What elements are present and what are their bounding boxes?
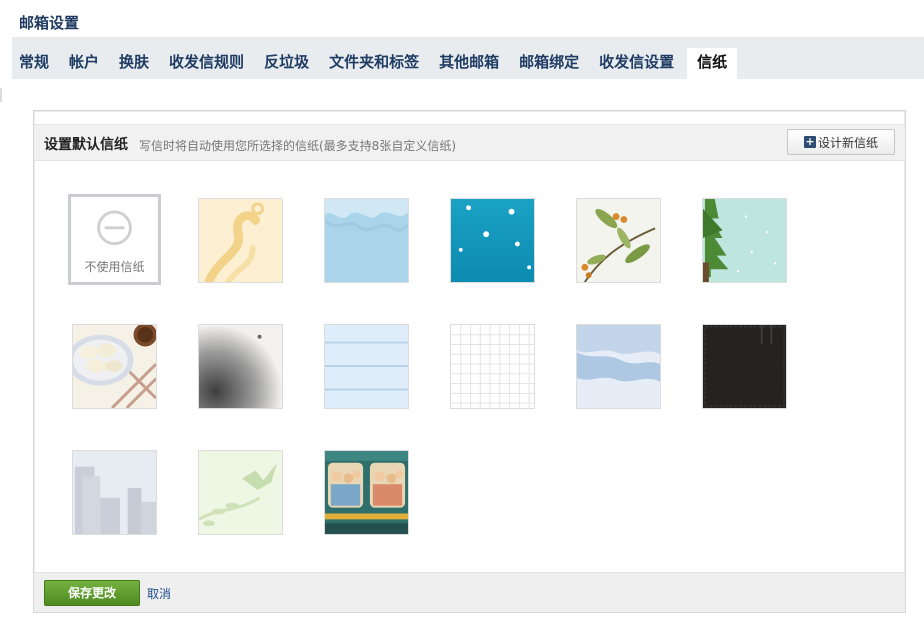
no-stationery-label: 不使用信纸 [84, 260, 145, 274]
panel-description: 写信时将自动使用您所选择的信纸(最多支持8张自定义信纸) [139, 139, 457, 153]
stationery-dumplings-plate[interactable] [72, 324, 157, 409]
stationery-olive-branch[interactable] [576, 198, 661, 283]
dumplings-plate-thumbnail [73, 325, 156, 408]
stationery-dark-leather[interactable] [702, 324, 787, 409]
design-button-label: 设计新信纸 [817, 135, 878, 150]
plus-icon: + [803, 135, 816, 148]
left-divider [0, 88, 2, 102]
tab-anti-spam[interactable]: 反垃圾 [257, 48, 316, 79]
design-new-stationery-button[interactable]: + 设计新信纸 [787, 129, 895, 155]
stationery-golden-swirl[interactable] [198, 198, 283, 283]
tab-send-receive-settings[interactable]: 收发信设置 [592, 48, 681, 79]
stationery-panel: 设置默认信纸 写信时将自动使用您所选择的信纸(最多支持8张自定义信纸) + 设计… [33, 110, 906, 613]
cancel-link[interactable]: 取消 [147, 585, 171, 602]
panel-title: 设置默认信纸 [44, 137, 128, 153]
panel-footer: 保存更改 取消 [34, 572, 905, 612]
tab-general[interactable]: 常规 [12, 48, 56, 79]
tab-mail-rules[interactable]: 收发信规则 [162, 48, 251, 79]
train-passengers-thumbnail [325, 451, 408, 534]
dark-leather-thumbnail [703, 325, 786, 408]
grid-paper-thumbnail [451, 325, 534, 408]
stationery-blue-hills[interactable] [576, 324, 661, 409]
panel-header: 设置默认信纸 写信时将自动使用您所选择的信纸(最多支持8张自定义信纸) + 设计… [34, 124, 905, 161]
settings-tab-bar: 常规 帐户 换肤 收发信规则 反垃圾 文件夹和标签 其他邮箱 邮箱绑定 收发信设… [12, 37, 924, 79]
teal-snowflakes-thumbnail [451, 199, 534, 282]
city-skyline-thumbnail [73, 451, 156, 534]
tab-skin[interactable]: 换肤 [112, 48, 156, 79]
stationery-none[interactable]: 不使用信纸 [68, 194, 161, 285]
stationery-blue-waves[interactable] [324, 198, 409, 283]
blue-hills-thumbnail [577, 325, 660, 408]
blue-lined-thumbnail [325, 325, 408, 408]
stationery-hummingbird-branch[interactable] [198, 450, 283, 535]
stationery-city-skyline[interactable] [72, 450, 157, 535]
stationery-grid-paper[interactable] [450, 324, 535, 409]
stationery-train-passengers[interactable] [324, 450, 409, 535]
olive-branch-thumbnail [577, 199, 660, 282]
gray-fur-thumbnail [199, 325, 282, 408]
christmas-tree-thumbnail [703, 199, 786, 282]
hummingbird-branch-thumbnail [199, 451, 282, 534]
stationery-gray-fur[interactable] [198, 324, 283, 409]
page-title: 邮箱设置 [19, 14, 80, 32]
tab-stationery[interactable]: 信纸 [687, 48, 738, 79]
save-changes-button[interactable]: 保存更改 [44, 580, 140, 606]
stationery-blue-lined[interactable] [324, 324, 409, 409]
tab-list: 常规 帐户 换肤 收发信规则 反垃圾 文件夹和标签 其他邮箱 邮箱绑定 收发信设… [12, 48, 743, 79]
tab-mailbox-binding[interactable]: 邮箱绑定 [512, 48, 586, 79]
golden-swirl-thumbnail [199, 199, 282, 282]
tab-folders-labels[interactable]: 文件夹和标签 [322, 48, 426, 79]
tab-account[interactable]: 帐户 [62, 48, 106, 79]
stationery-christmas-tree[interactable] [702, 198, 787, 283]
stationery-teal-snowflakes[interactable] [450, 198, 535, 283]
tab-other-mailboxes[interactable]: 其他邮箱 [432, 48, 506, 79]
blue-waves-thumbnail [325, 199, 408, 282]
